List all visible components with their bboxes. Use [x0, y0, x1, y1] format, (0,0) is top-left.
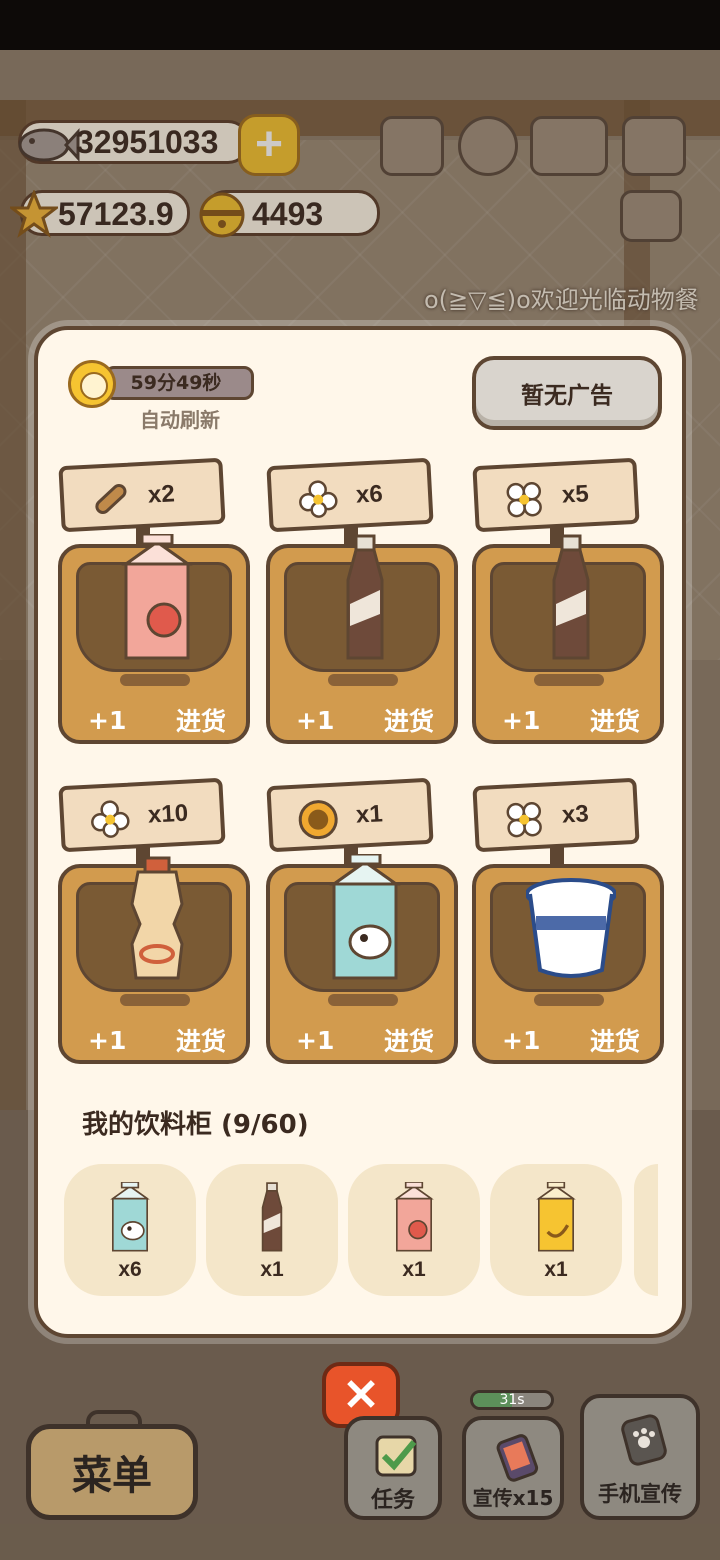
cabinet-qty: x1 — [260, 1258, 284, 1281]
cabinet-slot[interactable]: x6 — [64, 1164, 196, 1296]
cost-qty: x10 — [147, 799, 189, 829]
cost-qty: x6 — [355, 480, 384, 509]
yakult-bottle-icon — [112, 854, 202, 984]
strawberry-milk-icon — [112, 532, 202, 664]
paw-phone-icon — [621, 1414, 667, 1466]
cost-qty: x3 — [561, 800, 590, 829]
product-crate: +1 进货 — [266, 534, 458, 744]
task-label: 任务 — [370, 1488, 415, 1513]
flower-bunch-icon — [501, 477, 547, 523]
plus-one-label: +1 — [88, 705, 127, 735]
cabinet-slot[interactable]: x1 — [206, 1164, 338, 1296]
promo-button[interactable]: 宣传x15 — [462, 1416, 564, 1520]
plus-one-label: +1 — [502, 705, 541, 735]
auto-refresh-label: 自动刷新 — [140, 408, 220, 432]
crate-slot — [328, 994, 398, 1006]
cabinet-slot[interactable]: x1 — [348, 1164, 480, 1296]
plus-one-label: +1 — [296, 705, 335, 735]
cabinet-slot[interactable]: x1 — [490, 1164, 622, 1296]
plus-one-label: +1 — [296, 1025, 335, 1055]
restock-button[interactable]: 进货 — [176, 702, 226, 738]
crate-slot — [534, 994, 604, 1006]
cost-sign: x10 — [58, 777, 226, 853]
cola-bottle-icon — [247, 1182, 297, 1254]
promo-cooldown-text: 31s — [499, 1392, 525, 1408]
cost-qty: x2 — [147, 480, 176, 509]
checklist-icon — [375, 1435, 417, 1477]
cola-bottle-icon — [526, 534, 616, 664]
plus-one-label: +1 — [88, 1025, 127, 1055]
wood-log-icon — [87, 477, 133, 523]
restock-button[interactable]: 进货 — [590, 1022, 640, 1058]
cow-milk-carton-icon — [105, 1181, 155, 1254]
crate-slot — [534, 674, 604, 686]
cabinet-qty: x1 — [544, 1258, 568, 1281]
crate-slot — [120, 674, 190, 686]
phone-promo-label: 手机宣传 — [598, 1482, 682, 1506]
clock-icon — [68, 360, 116, 408]
cabinet-title: 我的饮料柜 (9/60) — [82, 1110, 309, 1140]
restock-button[interactable]: 进货 — [590, 702, 640, 738]
cabinet-slot-partial — [634, 1164, 658, 1296]
sunflower-icon — [295, 797, 341, 843]
crate-slot — [328, 674, 398, 686]
restock-button[interactable]: 进货 — [176, 1022, 226, 1058]
product-crate: +1 进货 — [472, 864, 664, 1064]
shop-item-card: x2 +1 进货 — [58, 457, 254, 752]
cabinet-qty: x6 — [118, 1258, 142, 1281]
no-ad-button[interactable]: 暂无广告 — [472, 356, 662, 430]
restock-button[interactable]: 进货 — [384, 702, 434, 738]
product-crate: +1 进货 — [266, 852, 458, 1064]
crate-slot — [120, 994, 190, 1006]
cost-qty: x1 — [355, 800, 384, 829]
cost-qty: x5 — [561, 480, 590, 509]
cost-sign: x2 — [58, 457, 226, 533]
banana-milk-icon — [531, 1181, 581, 1254]
menu-button[interactable]: 菜单 — [26, 1424, 198, 1520]
product-crate: +1 进货 — [58, 856, 250, 1064]
refresh-timer: 59分49秒 — [130, 372, 222, 394]
flower-bunch-icon — [501, 797, 547, 843]
cost-sign: x3 — [472, 777, 640, 853]
cost-sign: x1 — [266, 777, 434, 853]
yogurt-cup-icon — [525, 854, 617, 984]
shop-item-card: x1 +1 进货 — [266, 777, 462, 1072]
cabinet-qty: x1 — [402, 1258, 426, 1281]
phone-promo-button[interactable]: 手机宣传 — [580, 1394, 700, 1520]
task-button[interactable]: 任务 — [344, 1416, 442, 1520]
flower-icon — [87, 797, 133, 843]
cost-sign: x6 — [266, 457, 434, 533]
shop-item-card: x5 +1 进货 — [472, 457, 668, 752]
shop-item-card: x10 +1 进货 — [58, 777, 254, 1072]
shop-item-card: x3 +1 进货 — [472, 777, 668, 1072]
promo-label: 宣传x15 — [472, 1486, 554, 1510]
cost-sign: x5 — [472, 457, 640, 533]
cow-milk-carton-icon — [320, 852, 410, 984]
shop-item-card: x6 +1 进货 — [266, 457, 462, 752]
phone-icon — [496, 1434, 539, 1482]
flower-icon — [295, 477, 341, 523]
plus-one-label: +1 — [502, 1025, 541, 1055]
product-crate: +1 进货 — [58, 532, 250, 744]
cola-bottle-icon — [320, 534, 410, 664]
restock-button[interactable]: 进货 — [384, 1022, 434, 1058]
strawberry-milk-icon — [389, 1181, 439, 1254]
promo-cooldown-bar: 31s — [470, 1390, 554, 1410]
product-crate: +1 进货 — [472, 534, 664, 744]
